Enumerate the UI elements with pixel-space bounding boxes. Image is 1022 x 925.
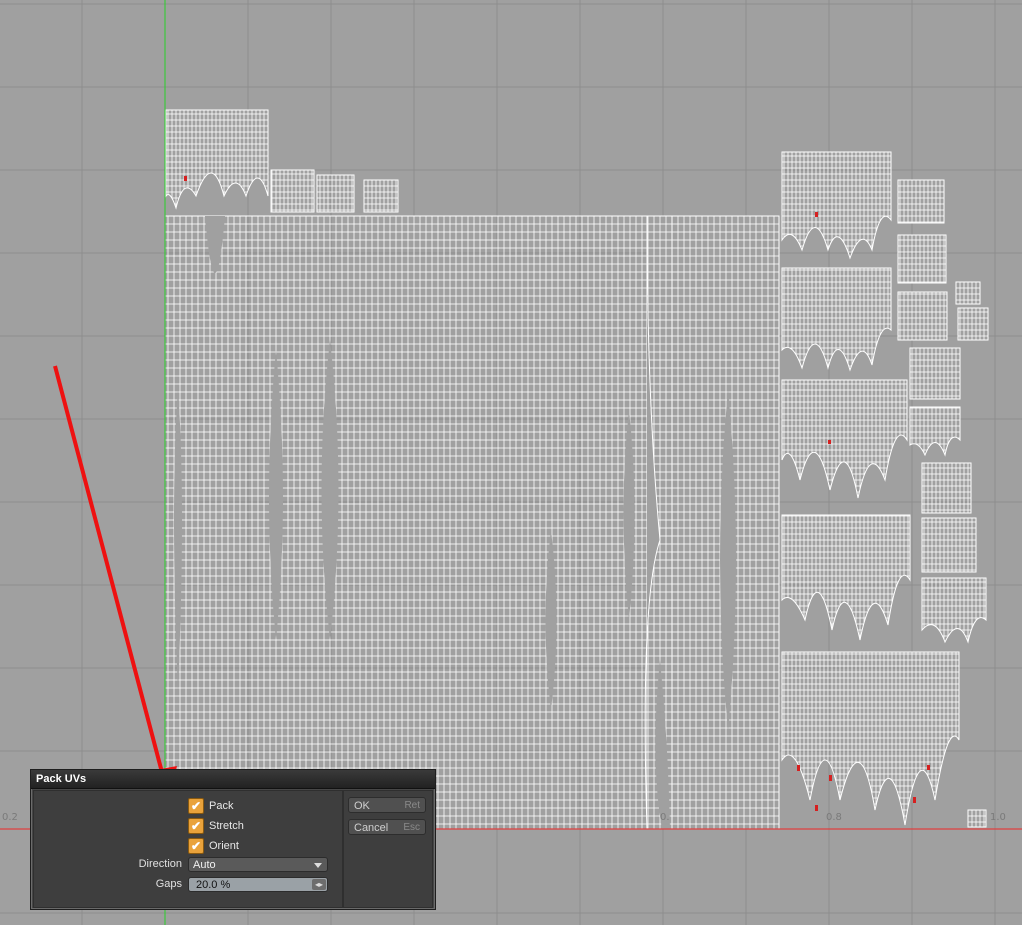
axis-label-mid: 0. <box>660 812 670 823</box>
pack-uvs-dialog: Pack UVs ✔ Pack ✔ Stretch ✔ Orient Direc… <box>30 769 436 910</box>
pack-label: Pack <box>209 800 234 812</box>
annotation-arrow <box>53 365 177 800</box>
orient-label: Orient <box>209 840 239 852</box>
gaps-field[interactable]: 20.0 % ◂▸ <box>188 877 328 892</box>
axis-label-02: 0.2 <box>2 812 18 823</box>
direction-label: Direction <box>138 858 182 870</box>
dialog-title: Pack UVs <box>31 770 435 789</box>
ok-label: OK <box>354 800 370 812</box>
cancel-label: Cancel <box>354 822 389 834</box>
direction-value: Auto <box>193 859 216 871</box>
orient-checkbox[interactable]: ✔ <box>188 838 204 854</box>
cancel-shortcut: Esc <box>403 822 420 833</box>
gaps-label: Gaps <box>155 878 182 890</box>
pack-checkbox[interactable]: ✔ <box>188 798 204 814</box>
orient-option[interactable]: ✔ Orient <box>188 838 239 854</box>
dialog-options-panel: ✔ Pack ✔ Stretch ✔ Orient Direction Auto… <box>33 790 343 908</box>
dropdown-arrow-icon <box>314 863 322 868</box>
ok-button[interactable]: OK Ret <box>348 797 426 813</box>
cancel-button[interactable]: Cancel Esc <box>348 819 426 835</box>
axis-label-08: 0.8 <box>826 812 842 823</box>
uv-island-top-cap[interactable] <box>165 109 269 210</box>
axis-label-10: 1.0 <box>990 812 1006 823</box>
dialog-buttons-panel: OK Ret Cancel Esc <box>343 790 433 908</box>
uv-island-main-left[interactable] <box>164 215 648 830</box>
ok-shortcut: Ret <box>404 800 420 811</box>
gaps-value: 20.0 % <box>196 879 231 891</box>
stretch-option[interactable]: ✔ Stretch <box>188 818 244 834</box>
pack-option[interactable]: ✔ Pack <box>188 798 233 814</box>
uv-island-small-squares[interactable] <box>270 169 399 213</box>
direction-select[interactable]: Auto <box>188 857 328 872</box>
stretch-checkbox[interactable]: ✔ <box>188 818 204 834</box>
spinner-icon[interactable]: ◂▸ <box>312 879 326 890</box>
stretch-label: Stretch <box>209 820 244 832</box>
uv-island-main-right[interactable] <box>644 215 780 830</box>
